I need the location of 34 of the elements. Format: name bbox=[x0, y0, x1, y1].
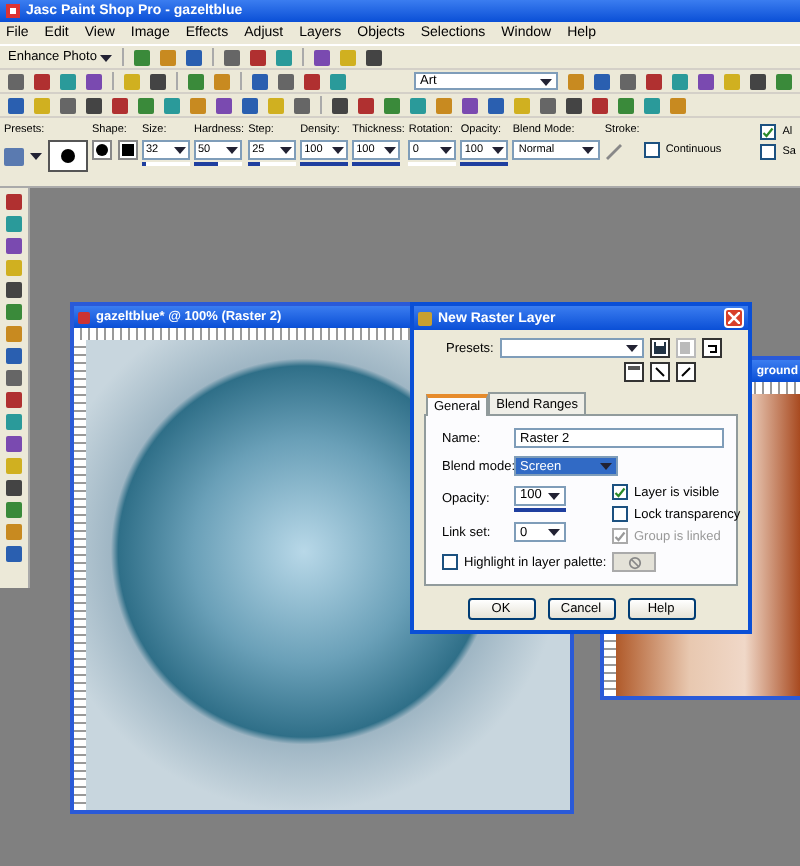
square-icon bbox=[122, 144, 134, 156]
caret-icon bbox=[226, 144, 238, 156]
stroke-icon[interactable] bbox=[604, 140, 625, 160]
square-shape-button[interactable] bbox=[118, 140, 138, 160]
document-icon bbox=[78, 311, 90, 323]
presets-icon[interactable] bbox=[4, 147, 24, 165]
checkbox[interactable] bbox=[612, 484, 628, 500]
caret-icon bbox=[384, 144, 397, 156]
caret-icon bbox=[548, 489, 560, 502]
round-shape-button[interactable] bbox=[92, 140, 112, 160]
checkbox[interactable] bbox=[643, 142, 660, 158]
close-button[interactable] bbox=[724, 308, 744, 328]
caret-icon bbox=[280, 144, 293, 156]
checkbox[interactable] bbox=[760, 144, 777, 160]
checkbox[interactable] bbox=[760, 124, 777, 140]
caret-icon bbox=[30, 150, 42, 162]
app-icon bbox=[6, 4, 20, 18]
caret-icon bbox=[100, 51, 113, 63]
caret-icon bbox=[600, 460, 612, 472]
dialog-icon bbox=[418, 311, 432, 325]
no-color-swatch[interactable] bbox=[612, 552, 656, 572]
caret-icon bbox=[440, 144, 453, 156]
caret-icon bbox=[492, 144, 505, 156]
caret-icon bbox=[548, 526, 560, 539]
circle-brush-icon bbox=[60, 148, 76, 164]
circle-icon bbox=[96, 144, 108, 156]
checkbox[interactable] bbox=[612, 506, 628, 522]
brush-tip-button[interactable] bbox=[48, 140, 88, 172]
save-icon[interactable] bbox=[649, 338, 670, 358]
caret-icon bbox=[582, 144, 595, 156]
caret-icon bbox=[174, 144, 186, 156]
caret-icon bbox=[332, 144, 345, 156]
checkbox[interactable] bbox=[442, 554, 458, 570]
caret-icon bbox=[540, 75, 552, 87]
